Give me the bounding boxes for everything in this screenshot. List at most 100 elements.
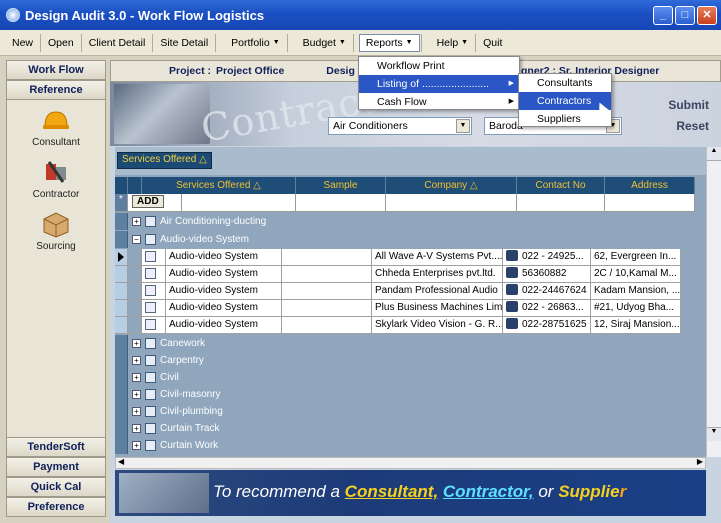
expand-icon[interactable]: +: [132, 373, 141, 382]
column-header-company[interactable]: Company △: [386, 177, 517, 194]
group-row[interactable]: + Civil-masonry: [115, 386, 221, 403]
menu-item-cash-flow[interactable]: Cash Flow ▶: [359, 93, 519, 111]
cell-contact[interactable]: 022-28751625: [503, 317, 591, 334]
menu-client-detail[interactable]: Client Detail: [83, 35, 152, 51]
cell-address[interactable]: #21, Udyog Bha...: [591, 300, 681, 317]
column-header-sample[interactable]: Sample: [296, 177, 386, 194]
cell-company[interactable]: Plus Business Machines Limi...: [372, 300, 503, 317]
nav-tab-preference[interactable]: Preference: [6, 497, 106, 517]
cell-company[interactable]: All Wave A-V Systems Pvt....: [372, 249, 503, 266]
sample-icon[interactable]: [142, 317, 166, 334]
row-spacer[interactable]: [128, 266, 142, 283]
row-indicator[interactable]: [115, 300, 128, 317]
cell-sample[interactable]: [282, 283, 372, 300]
submit-button[interactable]: Submit: [668, 98, 709, 112]
cell-company[interactable]: Chheda Enterprises pvt.ltd.: [372, 266, 503, 283]
row-indicator[interactable]: [115, 283, 128, 300]
table-row[interactable]: Audio-video System Pandam Professional Au…: [115, 283, 681, 300]
group-row[interactable]: − Audio-video System: [115, 231, 249, 248]
submenu-item-consultants[interactable]: Consultants: [519, 74, 611, 92]
group-row[interactable]: + Canework: [115, 335, 205, 352]
menu-site-detail[interactable]: Site Detail: [154, 35, 214, 51]
table-row[interactable]: Audio-video System All Wave A-V Systems P…: [115, 249, 681, 266]
table-row[interactable]: Audio-video System Skylark Video Vision -…: [115, 317, 681, 334]
expand-icon[interactable]: +: [132, 390, 141, 399]
sample-icon[interactable]: [142, 249, 166, 266]
cell-sample[interactable]: [282, 317, 372, 334]
cell-address[interactable]: 62, Evergreen In...: [591, 249, 681, 266]
table-row[interactable]: Audio-video System Chheda Enterprises pvt…: [115, 266, 681, 283]
maximize-button[interactable]: □: [675, 6, 695, 25]
nav-tab-payment[interactable]: Payment: [6, 457, 106, 477]
column-header-address[interactable]: Address: [605, 177, 695, 194]
cell-contact[interactable]: 022-24467624: [503, 283, 591, 300]
nav-item-contractor[interactable]: Contractor: [7, 158, 105, 200]
menu-help[interactable]: Help ▼: [431, 35, 475, 51]
row-spacer[interactable]: [128, 300, 142, 317]
new-row-cell[interactable]: [386, 194, 517, 212]
menu-reports[interactable]: Reports ▼: [358, 33, 420, 52]
cell-service[interactable]: Audio-video System: [166, 317, 282, 334]
cell-service[interactable]: Audio-video System: [166, 249, 282, 266]
chevron-down-icon[interactable]: ▼: [456, 119, 470, 133]
expand-icon[interactable]: +: [132, 217, 141, 226]
nav-item-sourcing[interactable]: Sourcing: [7, 210, 105, 252]
cell-address[interactable]: Kadam Mansion, ...: [591, 283, 681, 300]
new-row-cell[interactable]: [517, 194, 605, 212]
table-row[interactable]: Audio-video System Plus Business Machines…: [115, 300, 681, 317]
cell-sample[interactable]: [282, 249, 372, 266]
collapse-icon[interactable]: −: [132, 235, 141, 244]
new-row-cell[interactable]: [182, 194, 296, 212]
nav-tab-reference[interactable]: Reference: [6, 80, 106, 100]
menu-quit[interactable]: Quit: [477, 35, 508, 51]
sample-icon[interactable]: [142, 283, 166, 300]
new-row-cell[interactable]: [296, 194, 386, 212]
cell-contact[interactable]: 022 - 24925...: [503, 249, 591, 266]
nav-tab-tendersoft[interactable]: TenderSoft: [6, 437, 106, 457]
cell-contact[interactable]: 56360882: [503, 266, 591, 283]
row-indicator[interactable]: [115, 266, 128, 283]
minimize-button[interactable]: _: [653, 6, 673, 25]
row-spacer[interactable]: [128, 249, 142, 266]
expand-icon[interactable]: +: [132, 356, 141, 365]
reset-button[interactable]: Reset: [676, 119, 709, 133]
cell-company[interactable]: Skylark Video Vision - G. R....: [372, 317, 503, 334]
group-row[interactable]: + Civil-plumbing: [115, 403, 223, 420]
expand-icon[interactable]: +: [132, 407, 141, 416]
cell-service[interactable]: Audio-video System: [166, 283, 282, 300]
scroll-down-icon[interactable]: ▼: [707, 427, 721, 441]
group-row[interactable]: + Air Conditioning-ducting: [115, 213, 266, 230]
close-button[interactable]: ✕: [697, 6, 717, 25]
nav-tab-quick-cal[interactable]: Quick Cal: [6, 477, 106, 497]
row-spacer[interactable]: [128, 283, 142, 300]
cell-service[interactable]: Audio-video System: [166, 266, 282, 283]
cell-sample[interactable]: [282, 266, 372, 283]
tagline-supplier[interactable]: Supplier: [558, 482, 626, 501]
tagline-consultant-link[interactable]: Consultant,: [345, 482, 439, 501]
sample-icon[interactable]: [142, 266, 166, 283]
scroll-right-icon[interactable]: ▶: [697, 457, 703, 466]
add-button[interactable]: ADD: [132, 195, 164, 208]
cell-contact[interactable]: 022 - 26863...: [503, 300, 591, 317]
menu-portfolio[interactable]: Portfolio ▼: [225, 35, 285, 51]
menu-open[interactable]: Open: [42, 35, 80, 51]
row-indicator[interactable]: [115, 249, 128, 266]
horizontal-scrollbar[interactable]: ◀ ▶: [115, 457, 706, 469]
expand-icon[interactable]: +: [132, 424, 141, 433]
column-header-contact[interactable]: Contact No: [517, 177, 605, 194]
cell-address[interactable]: 2C / 10,Kamal M...: [591, 266, 681, 283]
scroll-up-icon[interactable]: ▲: [707, 147, 721, 161]
nav-item-consultant[interactable]: Consultant: [7, 106, 105, 148]
expand-icon[interactable]: +: [132, 339, 141, 348]
expand-icon[interactable]: +: [132, 441, 141, 450]
row-spacer[interactable]: [128, 317, 142, 334]
new-row-cell[interactable]: [605, 194, 695, 212]
menu-item-listing-of[interactable]: Listing of ....................... ▶: [359, 75, 519, 93]
menu-budget[interactable]: Budget ▼: [297, 35, 352, 51]
cell-company[interactable]: Pandam Professional Audio: [372, 283, 503, 300]
column-header-services[interactable]: Services Offered △: [142, 177, 296, 194]
category-select[interactable]: Air Conditioners ▼: [328, 117, 472, 135]
group-row[interactable]: + Civil: [115, 369, 179, 386]
group-row[interactable]: + Curtain Work: [115, 437, 218, 454]
group-row[interactable]: + Carpentry: [115, 352, 204, 369]
